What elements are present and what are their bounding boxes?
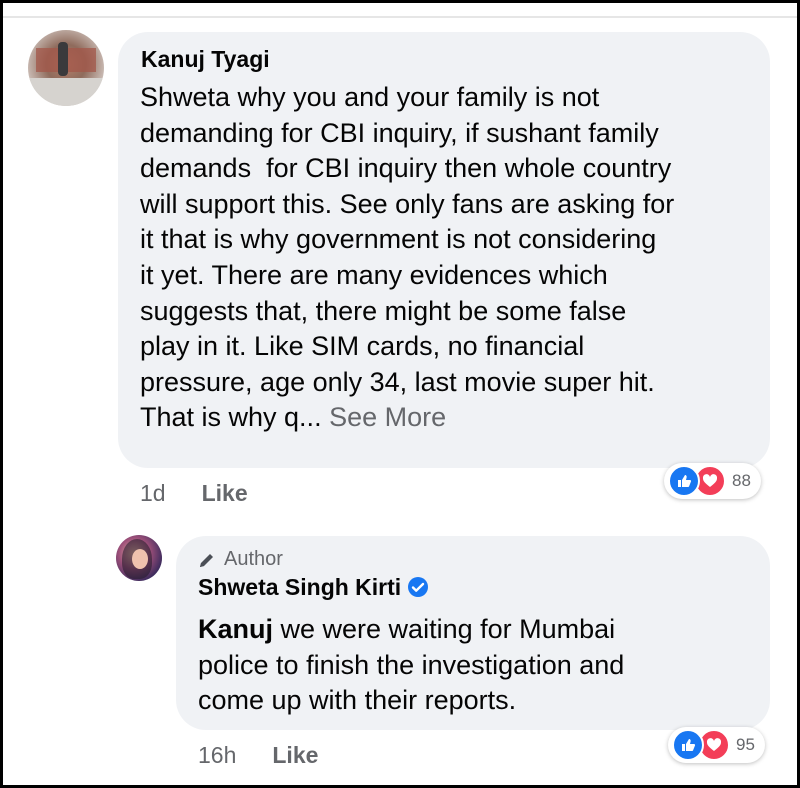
reply-text: Kanuj we were waiting for Mumbai police t…	[198, 612, 758, 719]
comment-line: it that is why government is not conside…	[140, 224, 657, 255]
like-button[interactable]: Like	[202, 480, 248, 506]
avatar-shweta[interactable]	[116, 535, 162, 581]
comment-timestamp[interactable]: 1d	[140, 480, 166, 506]
reply-like-button[interactable]: Like	[272, 742, 318, 768]
reply-meta: 16h Like	[198, 742, 318, 769]
reaction-count: 88	[732, 471, 751, 490]
comment-line: play in it. Like SIM cards, no financial	[140, 331, 585, 362]
avatar-figure	[58, 42, 68, 76]
reply-line-rest: we were waiting for Mumbai	[273, 614, 616, 644]
comment-line: will support this. See only fans are ask…	[140, 188, 675, 219]
verified-icon	[408, 577, 429, 597]
reply-line: come up with their reports.	[198, 685, 517, 716]
avatar-kanuj[interactable]	[28, 30, 104, 106]
comment-line: pressure, age only 34, last movie super …	[140, 366, 655, 397]
comment-line: That is why q...	[140, 402, 322, 433]
reply-line: police to finish the investigation and	[198, 649, 625, 680]
reply-reaction-summary[interactable]: 95	[668, 727, 765, 763]
divider	[3, 16, 797, 18]
see-more-link[interactable]: See More	[329, 402, 446, 432]
author-badge: Author	[198, 548, 283, 571]
reply-timestamp[interactable]: 16h	[198, 742, 236, 768]
comment-line: demanding for CBI inquiry, if sushant fa…	[140, 117, 659, 148]
pencil-icon	[200, 553, 213, 567]
comment-meta: 1d Like	[140, 480, 248, 507]
comment-text: Shweta why you and your family is not dem…	[140, 80, 760, 436]
avatar-ground	[28, 78, 104, 106]
like-icon	[672, 729, 704, 761]
author-badge-label: Author	[224, 548, 283, 570]
mention-link[interactable]: Kanuj	[198, 614, 273, 644]
reply-author-name: Shweta Singh Kirti	[198, 574, 429, 601]
comment-author-name[interactable]: Kanuj Tyagi	[141, 46, 270, 73]
comment-line: suggests that, there might be some false	[140, 295, 627, 326]
comment-line: Shweta why you and your family is not	[140, 82, 600, 112]
like-icon	[668, 465, 700, 497]
reaction-count: 95	[736, 735, 755, 754]
comment-line: demands for CBI inquiry then whole count…	[140, 153, 672, 184]
comment-line: it yet. There are many evidences which	[140, 259, 608, 290]
comment-last-line: That is why q... See More	[140, 400, 760, 436]
reply-line: Kanuj we were waiting for Mumbai	[198, 612, 758, 648]
reaction-summary[interactable]: 88	[664, 463, 761, 499]
avatar-face	[132, 549, 148, 569]
reply-author[interactable]: Shweta Singh Kirti	[198, 574, 401, 600]
